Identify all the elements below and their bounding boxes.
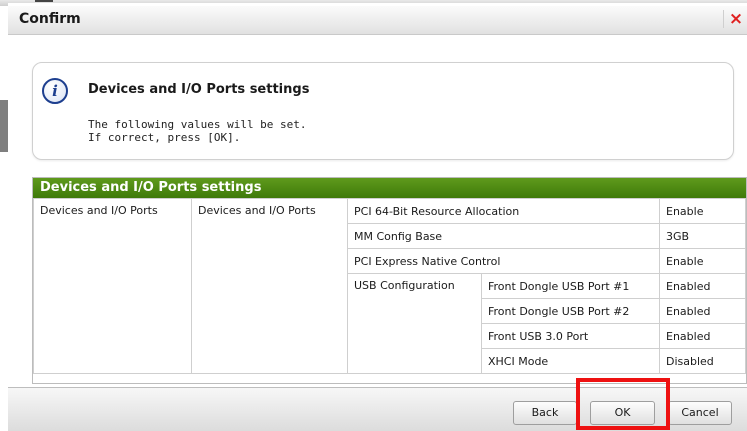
dialog-titlebar: Confirm × (8, 6, 747, 35)
setting-value: Enable (659, 198, 746, 224)
dialog-footer: Back OK Cancel (8, 387, 747, 431)
setting-name: Front Dongle USB Port #2 (481, 298, 660, 324)
cancel-button[interactable]: Cancel (668, 401, 732, 425)
table-row: Devices and I/O Ports Devices and I/O Po… (33, 198, 746, 374)
ok-button[interactable]: OK (590, 401, 655, 425)
section-header: Devices and I/O Ports settings (33, 178, 746, 198)
settings-section[interactable]: Devices and I/O Ports settings Devices a… (32, 177, 747, 384)
close-icon[interactable]: × (723, 10, 744, 28)
category-cell: Devices and I/O Ports (33, 198, 192, 374)
setting-value: Enabled (659, 323, 746, 349)
setting-value: Disabled (659, 348, 746, 374)
info-panel: i Devices and I/O Ports settings The fol… (32, 62, 734, 160)
setting-name: XHCI Mode (481, 348, 660, 374)
info-line: If correct, press [OK]. (88, 131, 241, 144)
usb-group-label: USB Configuration (347, 273, 482, 374)
info-heading: Devices and I/O Ports settings (88, 82, 310, 97)
setting-value: 3GB (659, 223, 746, 249)
dialog-title: Confirm (19, 11, 81, 27)
setting-name: MM Config Base (347, 223, 660, 249)
setting-value: Enable (659, 248, 746, 274)
info-icon: i (42, 78, 68, 104)
setting-name: Front USB 3.0 Port (481, 323, 660, 349)
back-button[interactable]: Back (513, 401, 577, 425)
settings-table: Devices and I/O Ports Devices and I/O Po… (33, 198, 746, 374)
setting-value: Enabled (659, 298, 746, 324)
info-line: The following values will be set. (88, 118, 307, 131)
setting-name: PCI 64-Bit Resource Allocation (347, 198, 660, 224)
confirm-dialog: Confirm × i Devices and I/O Ports settin… (8, 3, 747, 431)
info-message: The following values will be set. If cor… (88, 118, 307, 144)
background-window-edge-left (0, 100, 8, 152)
setting-name: PCI Express Native Control (347, 248, 660, 274)
setting-name: Front Dongle USB Port #1 (481, 273, 660, 299)
setting-value: Enabled (659, 273, 746, 299)
subcategory-cell: Devices and I/O Ports (191, 198, 348, 374)
